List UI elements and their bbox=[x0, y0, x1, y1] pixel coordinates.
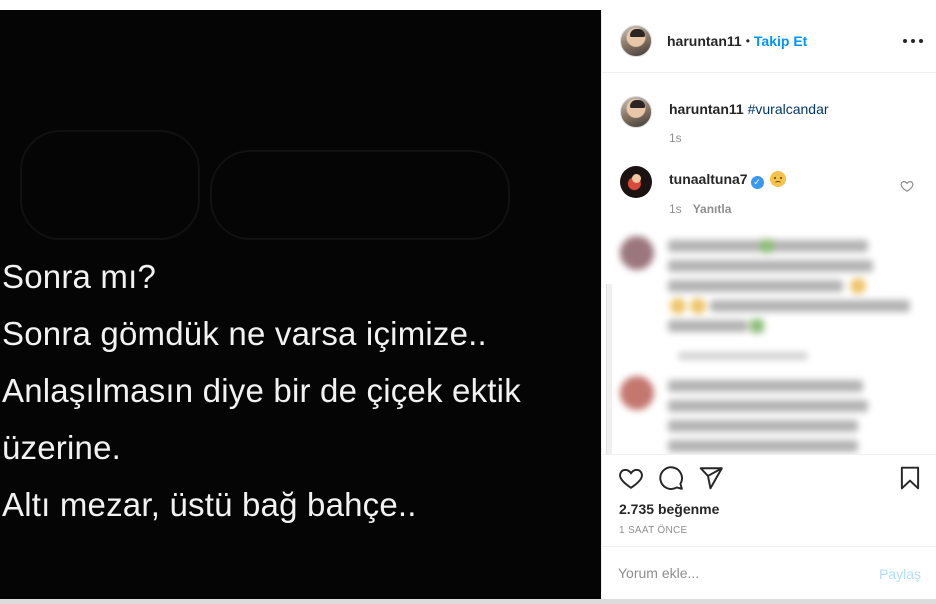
blurred-comment bbox=[610, 374, 930, 454]
caption-text: haruntan11 #vuralcandar bbox=[669, 100, 899, 118]
more-options-icon[interactable] bbox=[903, 31, 923, 51]
background-page-edge bbox=[0, 599, 936, 604]
quote-line: Anlaşılmasın diye bir de çiçek ektik bbox=[2, 372, 521, 409]
follow-button[interactable]: Takip Et bbox=[754, 33, 807, 49]
comment-like-heart-icon[interactable] bbox=[900, 179, 914, 193]
blurred-text-line bbox=[668, 320, 748, 332]
blurred-emoji bbox=[750, 319, 764, 333]
avatar[interactable] bbox=[620, 166, 652, 198]
image-quote-text: Sonra mı? Sonra gömdük ne varsa içimize.… bbox=[2, 248, 521, 533]
post-header: haruntan11 • Takip Et bbox=[602, 10, 936, 73]
blurred-text-line bbox=[668, 380, 863, 392]
separator-dot: • bbox=[745, 34, 750, 48]
avatar[interactable] bbox=[620, 25, 652, 57]
blurred-emoji bbox=[760, 239, 774, 253]
save-bookmark-icon[interactable] bbox=[897, 465, 923, 491]
more-dot bbox=[911, 39, 915, 43]
post-image[interactable]: Sonra mı? Sonra gömdük ne varsa içimize.… bbox=[0, 10, 601, 601]
likes-count[interactable]: 2.735 beğenme bbox=[619, 501, 719, 517]
blurred-text-line bbox=[668, 420, 858, 432]
comment-item: tunaaltuna7 ✓ 1s Yanıtla bbox=[620, 166, 930, 222]
caption-username[interactable]: haruntan11 bbox=[669, 101, 744, 117]
blurred-text-line bbox=[668, 440, 858, 452]
more-dot bbox=[903, 39, 907, 43]
blurred-text-line bbox=[710, 300, 910, 312]
comment-time[interactable]: 1s bbox=[669, 202, 682, 216]
header-username[interactable]: haruntan11 bbox=[667, 33, 742, 49]
post-side-panel: haruntan11 • Takip Et haruntan11 #vuralc… bbox=[601, 10, 936, 599]
quote-line: üzerine. bbox=[2, 429, 122, 466]
reply-button[interactable]: Yanıtla bbox=[693, 202, 732, 216]
caption-meta: 1s bbox=[669, 131, 682, 145]
image-background-shape bbox=[20, 130, 200, 240]
post-actions: 2.735 beğenme 1 SAAT ÖNCE bbox=[602, 454, 936, 546]
quote-line: Sonra mı? bbox=[2, 258, 157, 295]
caption-time[interactable]: 1s bbox=[669, 131, 682, 145]
comment-bubble-icon[interactable] bbox=[658, 465, 684, 491]
quote-line: Sonra gömdük ne varsa içimize.. bbox=[2, 315, 487, 352]
like-heart-icon[interactable] bbox=[618, 465, 644, 491]
blurred-emoji bbox=[670, 298, 686, 314]
blurred-text-line bbox=[668, 400, 868, 412]
blurred-text-line bbox=[668, 260, 873, 272]
blurred-emoji bbox=[690, 298, 706, 314]
comment-text: tunaaltuna7 ✓ bbox=[669, 170, 899, 189]
comments-list[interactable]: haruntan11 #vuralcandar 1s tunaaltuna7 ✓ … bbox=[602, 74, 936, 454]
comment-meta: 1s Yanıtla bbox=[669, 202, 731, 216]
caption-item: haruntan11 #vuralcandar 1s bbox=[620, 96, 930, 152]
blurred-meta-line bbox=[678, 352, 808, 360]
image-background-shape bbox=[210, 150, 510, 240]
comment-input[interactable] bbox=[618, 561, 858, 585]
comment-username[interactable]: tunaaltuna7 bbox=[669, 171, 748, 187]
blurred-emoji bbox=[850, 278, 866, 294]
post-timestamp[interactable]: 1 SAAT ÖNCE bbox=[619, 525, 688, 536]
background-page-strip bbox=[0, 0, 936, 10]
likes-number: 2.735 bbox=[619, 501, 655, 517]
post-comment-button[interactable]: Paylaş bbox=[879, 566, 921, 582]
more-dot bbox=[919, 39, 923, 43]
pensive-face-emoji bbox=[770, 171, 787, 187]
blurred-avatar bbox=[620, 236, 654, 270]
likes-word: beğenme bbox=[657, 501, 720, 517]
blurred-avatar bbox=[620, 376, 654, 410]
comment-composer: Paylaş bbox=[602, 546, 936, 599]
avatar[interactable] bbox=[620, 96, 652, 128]
verified-badge-icon: ✓ bbox=[750, 176, 764, 189]
blurred-text-line bbox=[668, 280, 843, 292]
blurred-comment bbox=[610, 234, 930, 364]
caption-hashtag[interactable]: #vuralcandar bbox=[748, 101, 829, 117]
quote-line: Altı mezar, üstü bağ bahçe.. bbox=[2, 486, 417, 523]
share-paper-plane-icon[interactable] bbox=[698, 465, 724, 491]
